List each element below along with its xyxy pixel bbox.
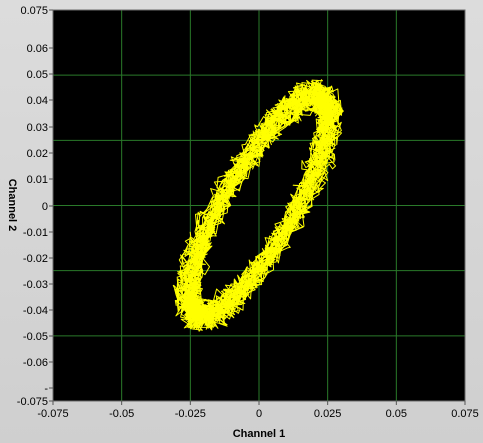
y-tick-label: 0.02 xyxy=(27,148,48,160)
y-tick-label: -0.03 xyxy=(23,279,48,291)
x-tick-label: 0.075 xyxy=(451,408,479,420)
x-tick-label: -0.075 xyxy=(37,408,68,420)
y-tick-label: -0.04 xyxy=(23,305,48,317)
y-tick-label: 0.01 xyxy=(27,174,48,186)
y-tick-label: -0.02 xyxy=(23,253,48,265)
y-tick-label: 0.05 xyxy=(27,69,48,81)
y-tick-label: 0.06 xyxy=(27,43,48,55)
y-tick-label: 0.03 xyxy=(27,122,48,134)
x-tick-label: 0.025 xyxy=(314,408,342,420)
y-tick-label: 0.04 xyxy=(27,95,48,107)
x-tick-label: 0 xyxy=(256,408,262,420)
graph-frame: -0.075 -0.05 -0.025 0 0.025 0.05 0.075 0.075 0.… xyxy=(0,0,483,443)
x-tick-label: -0.025 xyxy=(175,408,206,420)
y-axis-title: Channel 2 xyxy=(6,179,18,232)
y-tick-label: -0.06 xyxy=(23,357,48,369)
y-tick-label: -0.075 xyxy=(17,396,48,408)
y-axis-ticks: 0.075 0.06 0.05 0.04 0.03 0.02 0.01 0 -0.01 -0.02… xyxy=(17,5,53,408)
y-tick-label: 0.075 xyxy=(20,5,48,17)
y-tick-label: -0.05 xyxy=(23,331,48,343)
x-tick-label: -0.05 xyxy=(109,408,134,420)
x-axis-title: Channel 1 xyxy=(233,428,286,440)
xy-graph: -0.075 -0.05 -0.025 0 0.025 0.05 0.075 0.0750.… xyxy=(6,5,479,440)
x-tick-label: 0.05 xyxy=(386,408,407,420)
y-tick-label: -0.01 xyxy=(23,227,48,239)
x-axis-ticks: -0.075 -0.05 -0.025 0 0.025 0.05 0.075 xyxy=(37,401,479,420)
y-tick-label: - xyxy=(44,383,48,395)
y-tick-label: 0 xyxy=(42,201,48,213)
